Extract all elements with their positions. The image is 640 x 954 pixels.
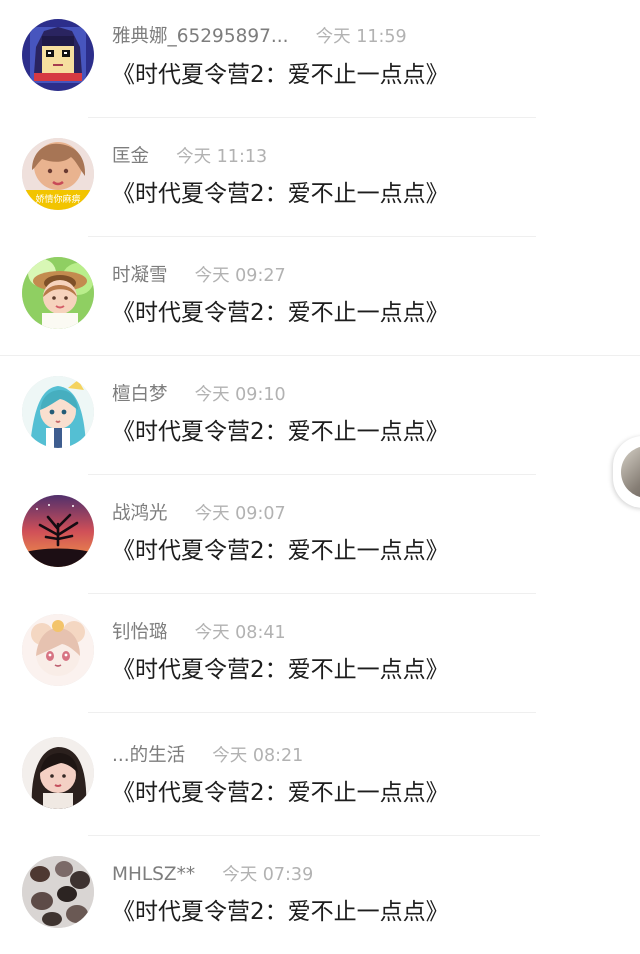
comment-row[interactable]: ...的生活 今天 08:21 《时代夏令营2：爱不止一点点》	[0, 714, 640, 836]
comment-time: 今天 08:21	[212, 746, 304, 766]
hat-girl-avatar	[22, 257, 94, 329]
floating-user-avatar	[621, 446, 640, 498]
tree-sunset-avatar	[22, 495, 94, 567]
comment-time: 今天 09:27	[194, 266, 286, 286]
avatar[interactable]	[22, 495, 94, 567]
comment-meta: 檀白梦 今天 09:10	[112, 382, 286, 408]
comment-row[interactable]: MHLSZ** 今天 07:39 《时代夏令营2：爱不止一点点》	[0, 833, 640, 952]
comment-row[interactable]: 雅典娜_65295897... 今天 11:59 《时代夏令营2：爱不止一点点》	[0, 0, 640, 119]
comment-text: 《时代夏令营2：爱不止一点点》	[112, 780, 449, 806]
comment-text: 《时代夏令营2：爱不止一点点》	[112, 300, 449, 326]
avatar[interactable]: 娇情你麻痹	[22, 138, 94, 210]
comment-time: 今天 09:07	[194, 504, 286, 524]
comment-row[interactable]: 战鸿光 今天 09:07 《时代夏令营2：爱不止一点点》	[0, 476, 640, 595]
badge-text: 娇情你麻痹	[35, 193, 80, 205]
comment-meta: MHLSZ** 今天 07:39	[112, 862, 313, 888]
comment-meta: 战鸿光 今天 09:07	[112, 501, 286, 527]
comment-row[interactable]: 娇情你麻痹 匡金 今天 11:13 《时代夏令营2：爱不止一点点》	[0, 119, 640, 238]
comment-meta: 雅典娜_65295897... 今天 11:59	[112, 24, 407, 50]
row-divider	[88, 236, 536, 237]
user-name[interactable]: 雅典娜_65295897...	[112, 24, 289, 50]
anime-girl-avatar	[22, 376, 94, 448]
comment-meta: 时凝雪 今天 09:27	[112, 263, 286, 289]
user-name[interactable]: ...的生活	[112, 743, 185, 769]
comment-meta: 钊怡璐 今天 08:41	[112, 620, 286, 646]
avatar[interactable]	[22, 376, 94, 448]
comment-row[interactable]: 钊怡璐 今天 08:41 《时代夏令营2：爱不止一点点》	[0, 595, 640, 714]
user-name[interactable]: 战鸿光	[112, 501, 168, 527]
avatar[interactable]	[22, 19, 94, 91]
comment-meta: 匡金 今天 11:13	[112, 144, 267, 170]
comment-text: 《时代夏令营2：爱不止一点点》	[112, 181, 449, 207]
row-divider	[88, 593, 536, 594]
comment-time: 今天 07:39	[222, 865, 314, 885]
user-name[interactable]: 时凝雪	[112, 263, 168, 289]
comment-time: 今天 11:59	[315, 27, 407, 47]
comment-row[interactable]: 檀白梦 今天 09:10 《时代夏令营2：爱不止一点点》	[0, 357, 640, 476]
user-name[interactable]: 钊怡璐	[112, 620, 168, 646]
user-name[interactable]: MHLSZ**	[112, 862, 195, 888]
comment-list: 雅典娜_65295897... 今天 11:59 《时代夏令营2：爱不止一点点》…	[0, 0, 640, 954]
comment-meta: ...的生活 今天 08:21	[112, 743, 303, 769]
woman-portrait-avatar	[22, 737, 94, 809]
row-divider	[0, 355, 640, 356]
row-divider	[88, 117, 536, 118]
cute-chibi-avatar	[22, 614, 94, 686]
pattern-avatar	[22, 856, 94, 928]
user-name[interactable]: 匡金	[112, 144, 149, 170]
comment-row[interactable]: 时凝雪 今天 09:27 《时代夏令营2：爱不止一点点》	[0, 238, 640, 357]
comment-text: 《时代夏令营2：爱不止一点点》	[112, 657, 449, 683]
avatar[interactable]	[22, 737, 94, 809]
avatar[interactable]	[22, 257, 94, 329]
row-divider	[88, 474, 536, 475]
user-name[interactable]: 檀白梦	[112, 382, 168, 408]
comment-time: 今天 09:10	[194, 385, 286, 405]
pixel-girl-avatar	[22, 19, 94, 91]
comment-text: 《时代夏令营2：爱不止一点点》	[112, 899, 449, 925]
row-divider	[88, 712, 536, 713]
avatar[interactable]	[22, 856, 94, 928]
comment-text: 《时代夏令营2：爱不止一点点》	[112, 419, 449, 445]
avatar[interactable]	[22, 614, 94, 686]
comment-text: 《时代夏令营2：爱不止一点点》	[112, 538, 449, 564]
comment-time: 今天 11:13	[176, 147, 268, 167]
comment-time: 今天 08:41	[194, 623, 286, 643]
girl-photo-avatar: 娇情你麻痹	[22, 138, 94, 210]
comment-text: 《时代夏令营2：爱不止一点点》	[112, 62, 449, 88]
